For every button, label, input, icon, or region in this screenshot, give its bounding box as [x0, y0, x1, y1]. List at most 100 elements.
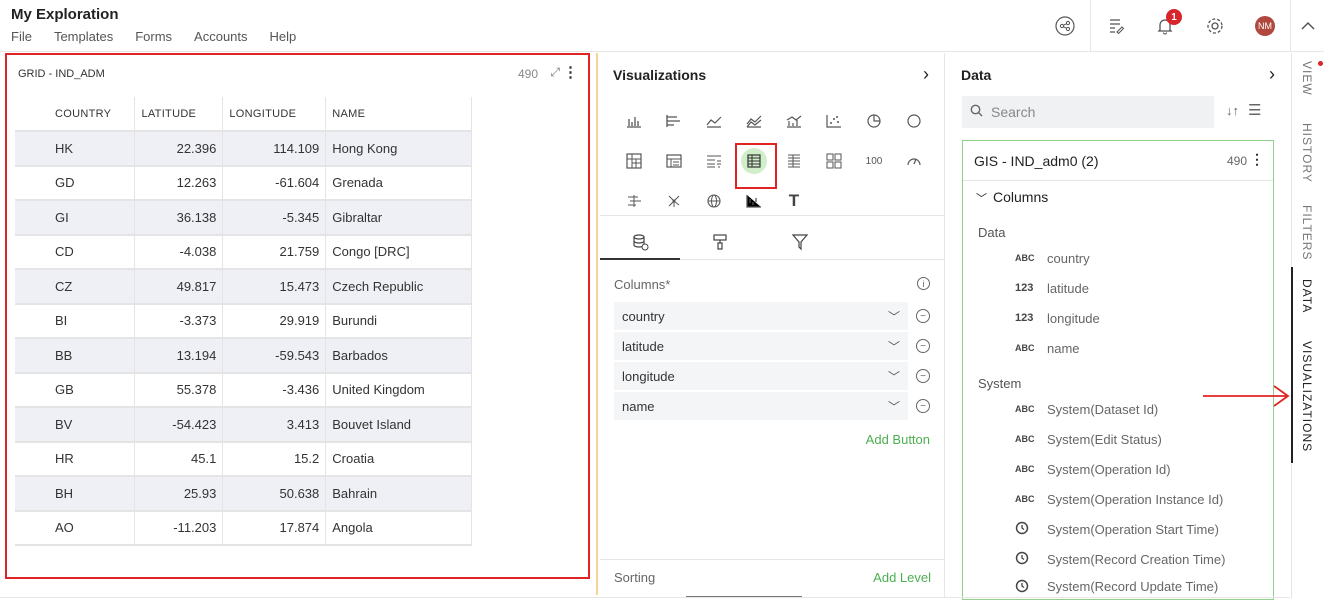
horizontal-bar-icon[interactable] — [654, 101, 694, 141]
pie-chart-icon[interactable] — [854, 101, 894, 141]
more-vertical-icon[interactable]: ⋮ — [563, 63, 578, 81]
table-row[interactable]: BH 25.93 50.638 Bahrain — [15, 476, 472, 512]
table-row[interactable]: BB 13.194 -59.543 Barbados — [15, 338, 472, 374]
dataset-name[interactable]: GIS - IND_adm0 (2) — [974, 153, 1098, 169]
scatter-chart-icon[interactable] — [814, 101, 854, 141]
gauge-icon[interactable] — [894, 141, 934, 181]
header-name[interactable]: NAME — [325, 97, 472, 132]
column-select[interactable]: latitude ﹀ — [614, 332, 908, 360]
bell-icon[interactable]: 1 — [1140, 0, 1190, 52]
tab-filter[interactable] — [760, 225, 840, 259]
field-item[interactable]: ABC System(Operation Instance Id) — [1015, 489, 1223, 509]
share-icon[interactable] — [1040, 0, 1090, 52]
edit-notes-icon[interactable] — [1090, 0, 1140, 52]
field-item[interactable]: 123 longitude — [1015, 308, 1100, 328]
chevron-up-icon[interactable] — [1290, 0, 1324, 52]
tab-filters[interactable]: FILTERS — [1300, 205, 1314, 260]
tab-format[interactable] — [680, 225, 760, 259]
string-type-icon: ABC — [1015, 253, 1035, 263]
combo-chart-icon[interactable] — [774, 101, 814, 141]
columns-label: Columns* — [614, 277, 671, 292]
tab-history[interactable]: HISTORY — [1300, 123, 1314, 183]
visualization-icon-grid: 100 T — [614, 101, 934, 221]
chevron-right-icon[interactable]: › — [923, 64, 929, 85]
menu-forms[interactable]: Forms — [135, 29, 172, 44]
remove-column-icon[interactable]: − — [916, 339, 930, 353]
cell-latitude: -3.373 — [134, 303, 224, 339]
filter-list-icon[interactable] — [694, 141, 734, 181]
cell-longitude: -5.345 — [222, 200, 327, 236]
menu-accounts[interactable]: Accounts — [194, 29, 247, 44]
tab-visualizations[interactable]: VISUALIZATIONS — [1300, 341, 1314, 452]
more-vertical-icon[interactable]: ⋮ — [1250, 151, 1264, 168]
table-row[interactable]: GB 55.378 -3.436 United Kingdom — [15, 372, 472, 408]
table-row[interactable]: GD 12.263 -61.604 Grenada — [15, 165, 472, 201]
field-item[interactable]: System(Record Update Time) — [1015, 579, 1218, 599]
table-row[interactable]: HK 22.396 114.109 Hong Kong — [15, 131, 472, 167]
search-input[interactable]: Search — [962, 96, 1214, 128]
tab-data[interactable]: DATA — [1300, 279, 1314, 313]
sort-icon[interactable]: ↓↑ — [1226, 103, 1239, 118]
view-indicator-dot — [1318, 61, 1323, 66]
column-select[interactable]: country ﹀ — [614, 302, 908, 330]
side-tab-bar: VIEW HISTORY FILTERS DATA VISUALIZATIONS — [1291, 53, 1324, 598]
header-longitude[interactable]: LONGITUDE — [222, 97, 327, 132]
column-select[interactable]: longitude ﹀ — [614, 362, 908, 390]
detail-list-icon[interactable] — [774, 141, 814, 181]
settings-gear-icon[interactable] — [1190, 0, 1240, 52]
menu-help[interactable]: Help — [270, 29, 297, 44]
table-row[interactable]: GI 36.138 -5.345 Gibraltar — [15, 200, 472, 236]
column-value: longitude — [622, 368, 675, 384]
pivot-table-icon[interactable] — [614, 141, 654, 181]
field-item[interactable]: ABC System(Edit Status) — [1015, 429, 1162, 449]
top-icons: 1 NM — [1040, 0, 1324, 52]
add-button-link[interactable]: Add Button — [866, 432, 930, 447]
add-level-link[interactable]: Add Level — [873, 570, 931, 585]
info-icon[interactable]: i — [917, 277, 930, 290]
table-row[interactable]: CZ 49.817 15.473 Czech Republic — [15, 269, 472, 305]
remove-column-icon[interactable]: − — [916, 309, 930, 323]
column-select[interactable]: name ﹀ — [614, 392, 908, 420]
user-avatar-button[interactable]: NM — [1240, 0, 1290, 52]
list-options-icon[interactable]: ☰ — [1248, 101, 1261, 119]
cell-name: Bahrain — [325, 476, 472, 512]
card-grid-icon[interactable] — [814, 141, 854, 181]
field-item[interactable]: ABC System(Operation Id) — [1015, 459, 1171, 479]
header-country[interactable]: COUNTRY — [15, 97, 136, 132]
remove-column-icon[interactable]: − — [916, 399, 930, 413]
donut-chart-icon[interactable] — [894, 101, 934, 141]
app-title: My Exploration — [11, 6, 119, 23]
area-chart-icon[interactable] — [734, 101, 774, 141]
line-chart-icon[interactable] — [694, 101, 734, 141]
tab-data-config[interactable] — [600, 225, 680, 260]
field-name: System(Record Creation Time) — [1047, 551, 1226, 567]
menu-templates[interactable]: Templates — [54, 29, 113, 44]
field-item[interactable]: 123 latitude — [1015, 278, 1089, 298]
number-icon[interactable]: 100 — [854, 141, 894, 181]
remove-column-icon[interactable]: − — [916, 369, 930, 383]
cell-name: Bouvet Island — [325, 407, 472, 443]
cell-name: United Kingdom — [325, 372, 472, 408]
field-item[interactable]: System(Record Creation Time) — [1015, 549, 1225, 569]
header-latitude[interactable]: LATITUDE — [134, 97, 224, 132]
field-item[interactable]: ABC name — [1015, 338, 1080, 358]
bar-chart-icon[interactable] — [614, 101, 654, 141]
clock-icon — [1015, 579, 1047, 596]
field-item[interactable]: ABC System(Dataset Id) — [1015, 399, 1158, 419]
table-row[interactable]: AO -11.203 17.874 Angola — [15, 510, 472, 546]
expand-icon[interactable]: ⤢ — [550, 65, 560, 80]
table-row[interactable]: CD -4.038 21.759 Congo [DRC] — [15, 234, 472, 270]
table-row[interactable]: HR 45.1 15.2 Croatia — [15, 441, 472, 477]
menu-file[interactable]: File — [11, 29, 32, 44]
cell-country: CZ — [15, 269, 136, 305]
form-table-icon[interactable] — [654, 141, 694, 181]
chevron-right-icon[interactable]: › — [1269, 64, 1275, 85]
field-item[interactable]: ABC country — [1015, 248, 1090, 268]
table-row[interactable]: BI -3.373 29.919 Burundi — [15, 303, 472, 339]
grid-title: GRID - IND_ADM — [18, 68, 105, 80]
table-row[interactable]: BV -54.423 3.413 Bouvet Island — [15, 407, 472, 443]
columns-toggle[interactable]: ﹀ Columns — [976, 189, 1048, 206]
field-item[interactable]: System(Operation Start Time) — [1015, 519, 1219, 539]
tab-view[interactable]: VIEW — [1300, 61, 1314, 96]
table-icon[interactable] — [734, 141, 777, 189]
